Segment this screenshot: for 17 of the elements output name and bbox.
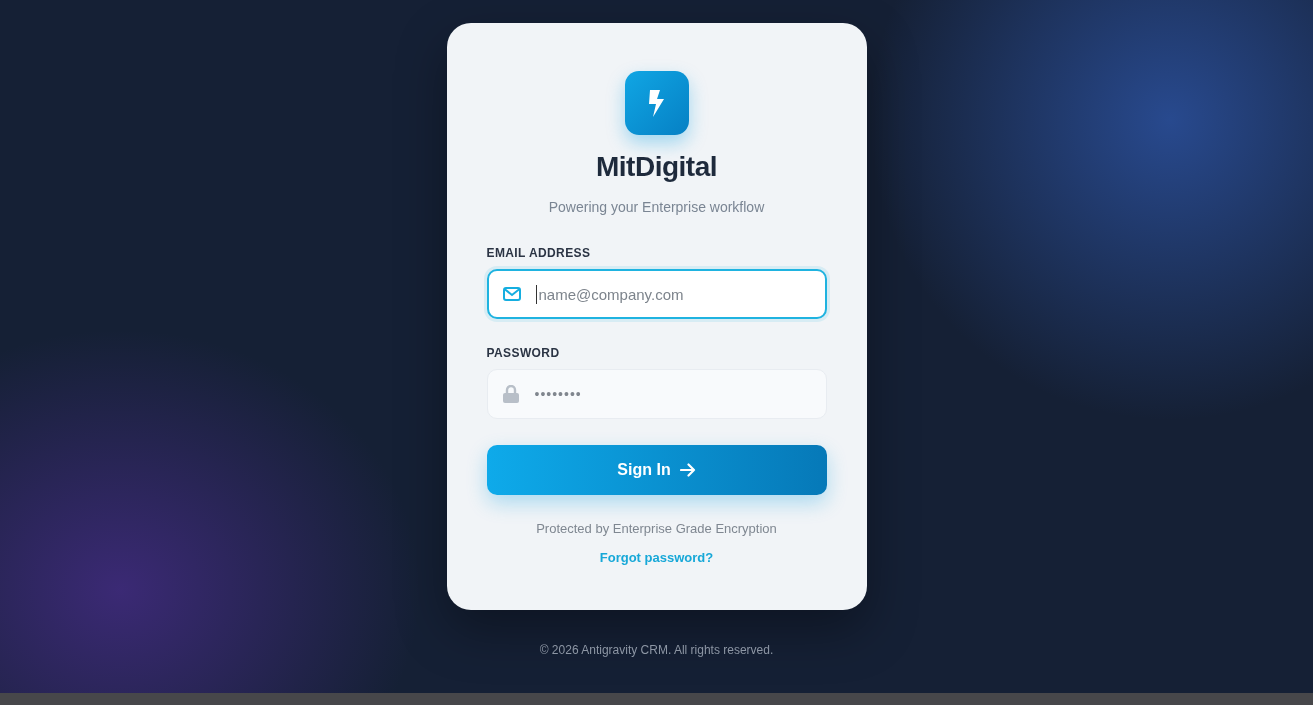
masked-password: •••••••• — [534, 386, 582, 402]
lock-icon — [502, 385, 519, 403]
password-field[interactable]: •••••••• — [486, 369, 827, 419]
field-label: PASSWORD — [486, 345, 560, 361]
tagline: Powering your Enterprise workflow — [547, 198, 766, 216]
copyright-text: © 2026 Antigravity CRM. All rights reserved. — [539, 642, 774, 658]
sign-in-button[interactable]: Sign In — [486, 445, 827, 495]
forgot-password-link[interactable]: Forgot password? — [599, 549, 714, 566]
text-cursor — [535, 284, 537, 304]
lightning-bolt-icon — [624, 71, 689, 135]
arrow-right-icon — [679, 463, 696, 477]
brand-name: MitDigital — [595, 150, 718, 184]
placeholder-text: name@company.com — [538, 285, 684, 303]
security-note: Protected by Enterprise Grade Encryption — [535, 520, 778, 537]
envelope-icon — [502, 287, 521, 301]
field-label: EMAIL ADDRESS — [486, 245, 591, 261]
email-field[interactable]: name@company.com — [486, 269, 827, 319]
